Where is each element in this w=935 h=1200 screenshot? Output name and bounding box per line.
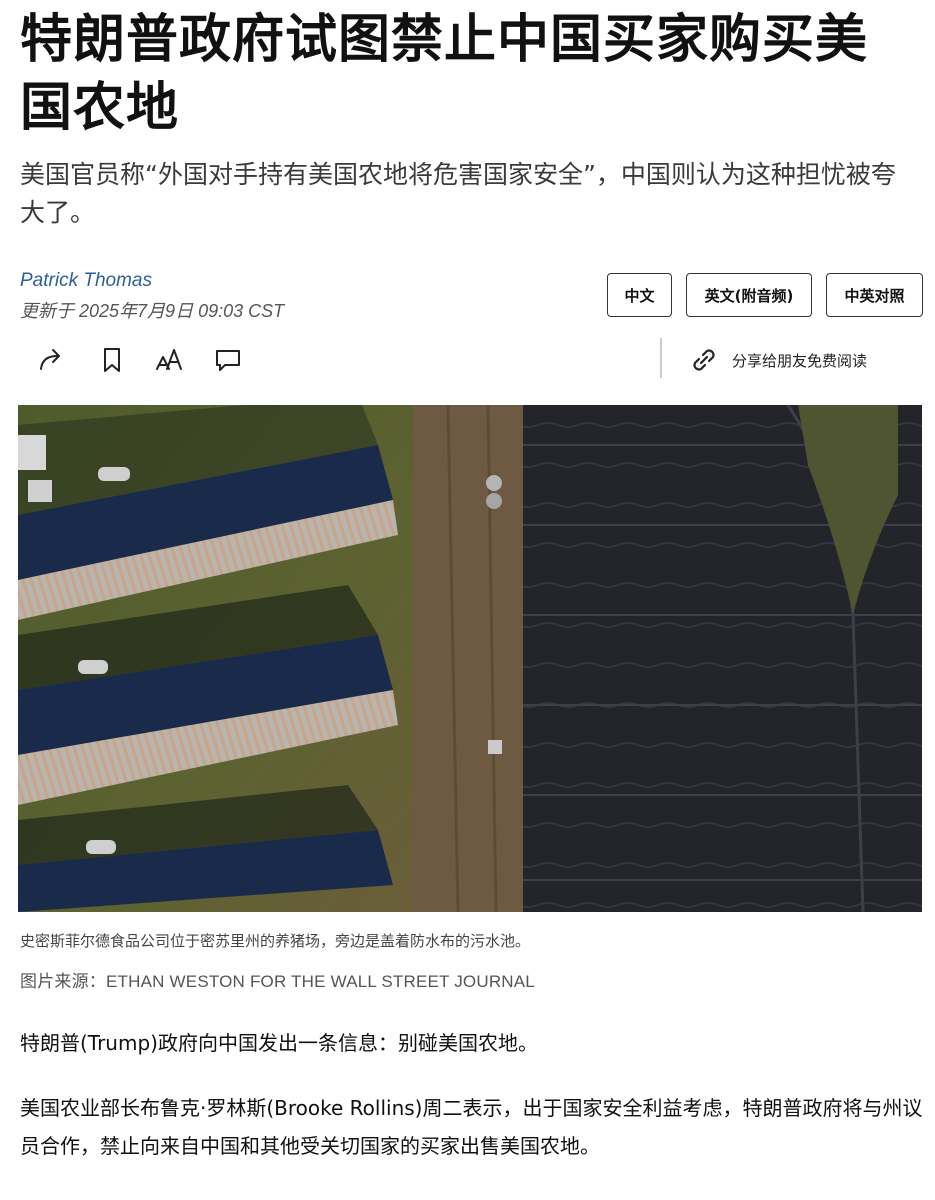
article-headline: 特朗普政府试图禁止中国买家购买美国农地 (20, 10, 869, 138)
comment-icon[interactable] (210, 342, 246, 378)
text-size-icon[interactable] (152, 342, 188, 378)
link-icon (693, 349, 715, 371)
photo-caption: 史密斯菲尔德食品公司位于密苏里州的养猪场，旁边是盖着防水布的污水池。 (20, 932, 531, 950)
bookmark-icon[interactable] (94, 342, 130, 378)
gift-article-label: 分享给朋友免费阅读 (732, 351, 868, 370)
article-photo (18, 405, 922, 912)
chinese-button[interactable]: 中文 (607, 273, 672, 317)
aerial-farm-image (18, 405, 922, 912)
gift-article-button[interactable]: 分享给朋友免费阅读 (688, 342, 867, 378)
language-switcher: 中文 英文(附音频) 中英对照 (607, 273, 923, 317)
updated-timestamp: 更新于 2025年7月9日 09:03 CST (20, 301, 285, 321)
english-audio-button[interactable]: 英文(附音频) (686, 273, 812, 317)
bilingual-button[interactable]: 中英对照 (826, 273, 923, 317)
toolbar-divider (660, 338, 662, 378)
author-link[interactable]: Patrick Thomas (20, 270, 152, 292)
photo-credit: 图片来源：ETHAN WESTON FOR THE WALL STREET JO… (20, 972, 535, 991)
body-paragraph: 美国农业部长布鲁克·罗林斯(Brooke Rollins)周二表示，出于国家安全… (20, 1096, 923, 1158)
article-toolbar: 分享给朋友免费阅读 (20, 336, 920, 382)
article-dek: 美国官员称“外国对手持有美国农地将危害国家安全”，中国则认为这种担忧被夸大了。 (20, 160, 896, 227)
share-icon[interactable] (34, 342, 70, 378)
body-paragraph: 特朗普(Trump)政府向中国发出一条信息：别碰美国农地。 (20, 1031, 538, 1055)
